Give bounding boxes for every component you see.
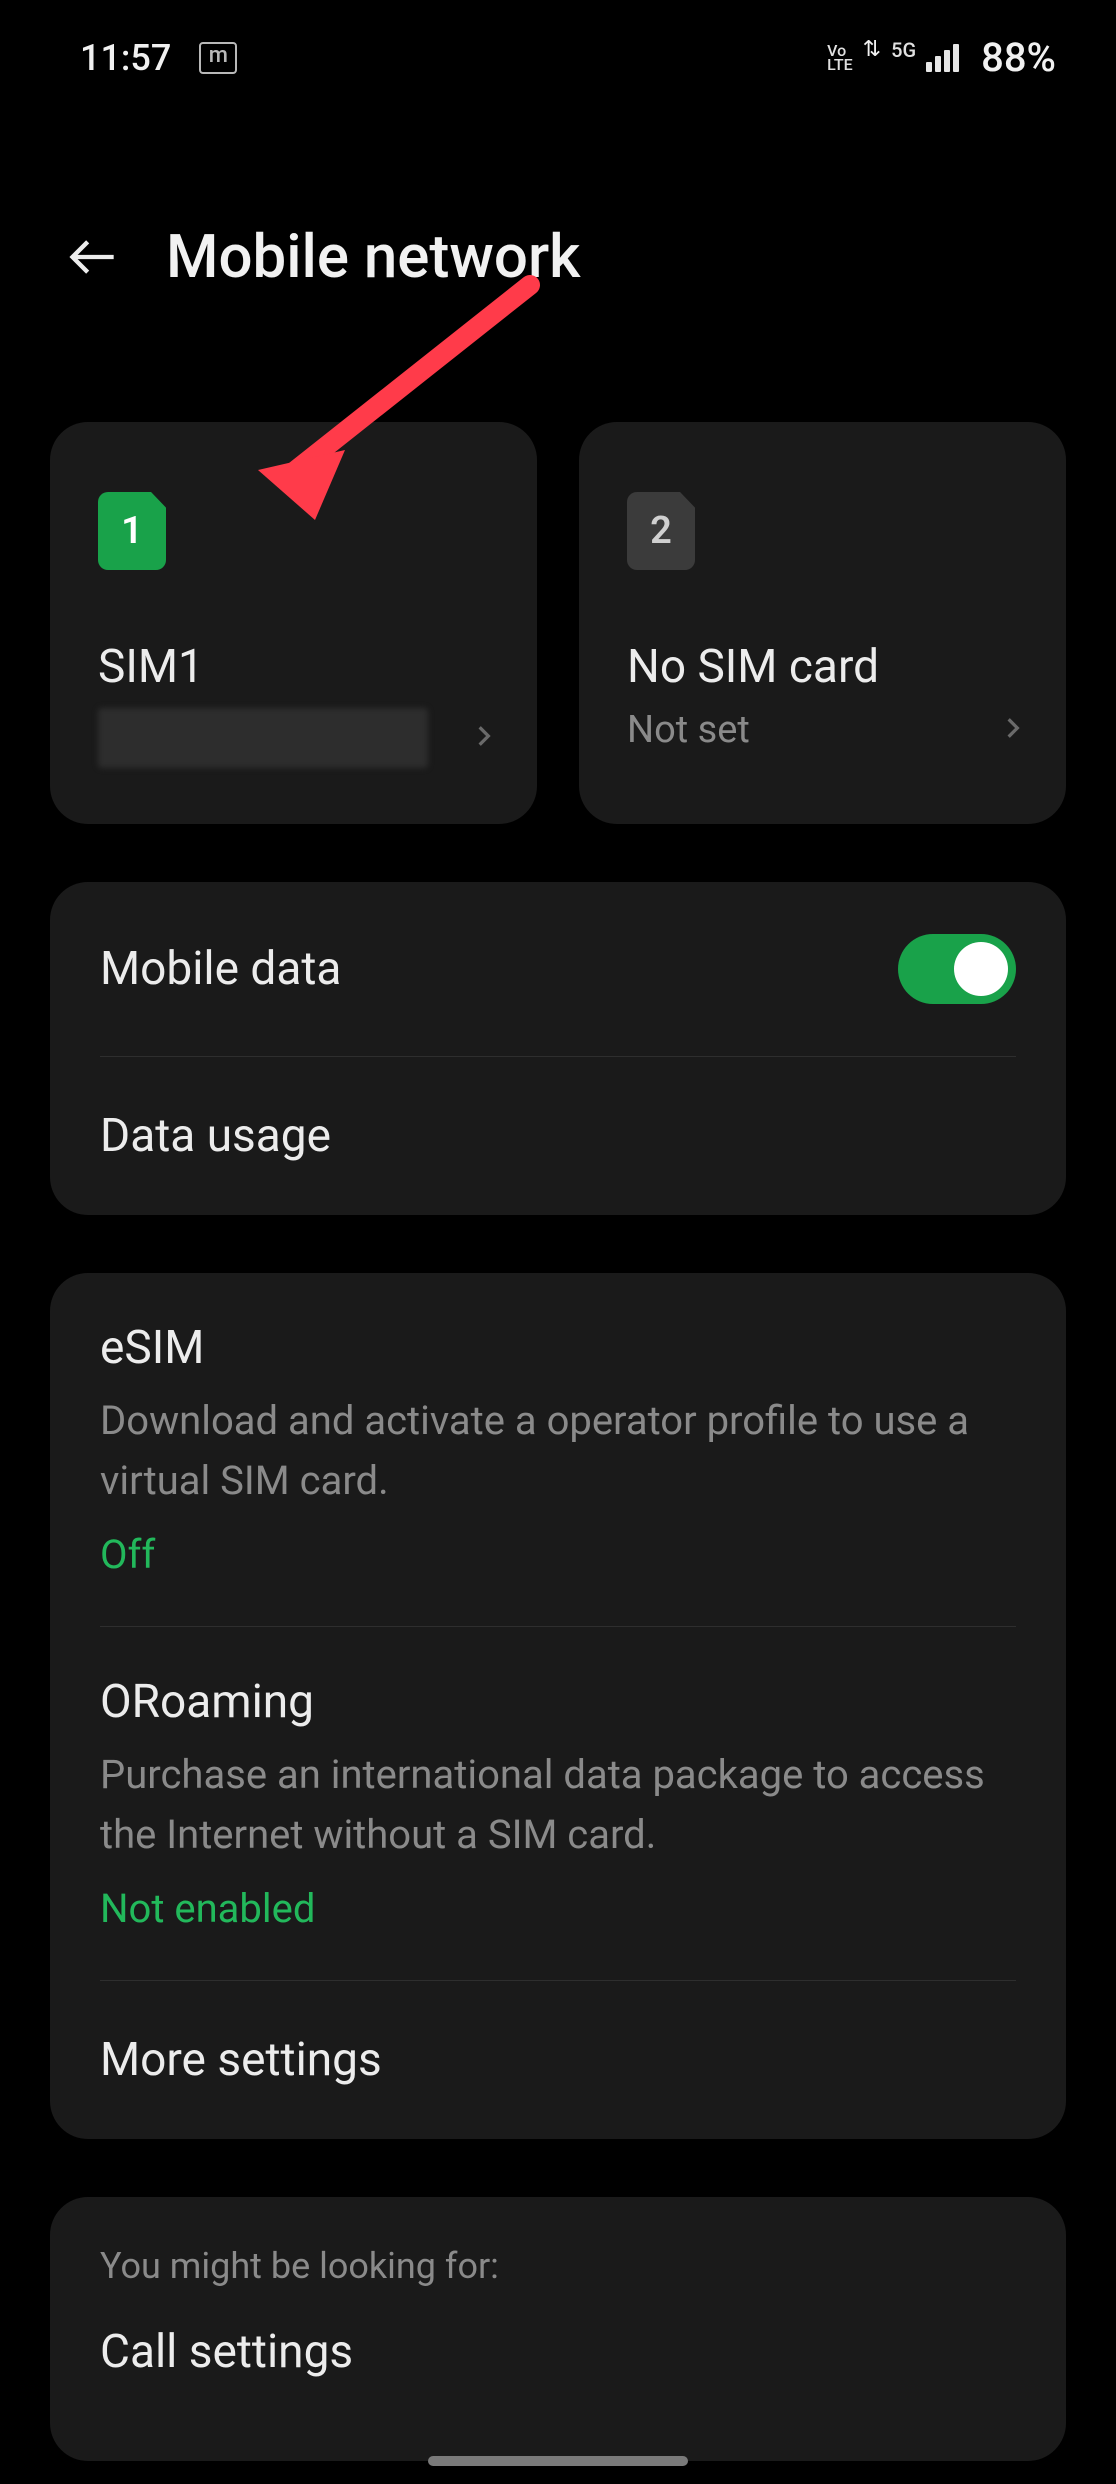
sim-chip-icon: 2 — [627, 492, 695, 570]
oroaming-description: Purchase an international data package t… — [100, 1745, 1016, 1865]
suggestions-heading: You might be looking for: — [100, 2197, 1016, 2295]
m-app-icon: m — [199, 42, 237, 74]
oroaming-row[interactable]: ORoaming Purchase an international data … — [100, 1626, 1016, 1980]
page-header: Mobile network — [0, 81, 1116, 292]
sim-cards-row: 1 SIM1 2 No SIM card Not set — [0, 292, 1116, 824]
suggestions-card: You might be looking for: Call settings — [50, 2197, 1066, 2461]
data-settings-card: Mobile data Data usage — [50, 882, 1066, 1215]
mobile-data-label: Mobile data — [100, 942, 341, 996]
call-settings-row[interactable]: Call settings — [100, 2295, 1016, 2431]
sim2-name: No SIM card — [627, 640, 1026, 694]
updown-arrows-icon: ⇅ — [863, 37, 881, 62]
esim-roaming-card: eSIM Download and activate a operator pr… — [50, 1273, 1066, 2139]
sim-card-2[interactable]: 2 No SIM card Not set — [579, 422, 1066, 824]
status-bar: 11:57 m VoLTE ⇅ 5G 88% — [0, 0, 1116, 81]
call-settings-label: Call settings — [100, 2325, 353, 2379]
back-button[interactable] — [60, 225, 124, 289]
sim-card-1[interactable]: 1 SIM1 — [50, 422, 537, 824]
sim-chip-icon: 1 — [98, 492, 166, 570]
chevron-right-icon — [1000, 715, 1026, 745]
page-title: Mobile network — [166, 221, 580, 292]
oroaming-title: ORoaming — [100, 1675, 1016, 1729]
esim-status: Off — [100, 1531, 1016, 1578]
mobile-data-toggle[interactable] — [898, 934, 1016, 1004]
esim-description: Download and activate a operator profile… — [100, 1391, 1016, 1511]
sim1-carrier-redacted — [98, 708, 428, 768]
volte-icon: VoLTE — [827, 44, 852, 72]
more-settings-label: More settings — [100, 2033, 382, 2087]
chevron-right-icon — [471, 723, 497, 753]
esim-row[interactable]: eSIM Download and activate a operator pr… — [100, 1273, 1016, 1626]
network-type-icon: 5G — [891, 38, 916, 62]
data-usage-row[interactable]: Data usage — [100, 1056, 1016, 1215]
status-time: 11:57 — [80, 37, 171, 79]
battery-percent: 88% — [981, 34, 1056, 81]
data-usage-label: Data usage — [100, 1109, 331, 1163]
sim1-name: SIM1 — [98, 640, 497, 694]
more-settings-row[interactable]: More settings — [100, 1980, 1016, 2139]
signal-bars-icon — [926, 44, 959, 72]
mobile-data-row[interactable]: Mobile data — [100, 882, 1016, 1056]
arrow-left-icon — [66, 229, 118, 285]
sim2-status: Not set — [627, 708, 750, 752]
esim-title: eSIM — [100, 1321, 1016, 1375]
oroaming-status: Not enabled — [100, 1885, 1016, 1932]
gesture-nav-bar[interactable] — [428, 2456, 688, 2466]
